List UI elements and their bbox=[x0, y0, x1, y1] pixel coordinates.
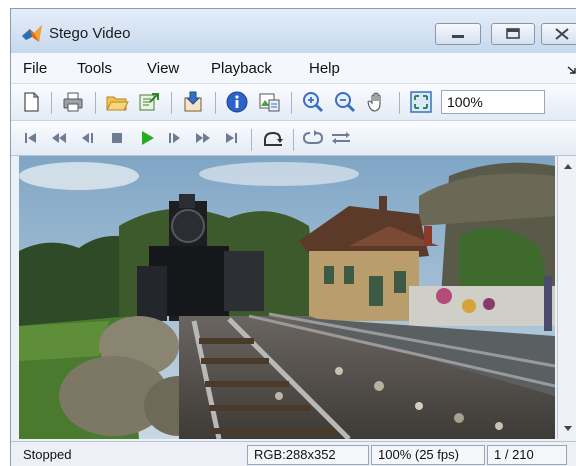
window-title: Stego Video bbox=[49, 25, 131, 42]
jump-to-icon[interactable] bbox=[261, 126, 285, 150]
open-folder-icon[interactable] bbox=[105, 90, 129, 114]
toolbar-separator bbox=[251, 129, 252, 151]
info-icon[interactable] bbox=[225, 90, 249, 114]
play-icon[interactable] bbox=[135, 126, 159, 150]
scroll-down-icon[interactable] bbox=[558, 419, 576, 439]
close-icon bbox=[555, 28, 569, 40]
video-info-cell: RGB:288x352 bbox=[247, 445, 369, 465]
menu-playback[interactable]: Playback bbox=[211, 60, 272, 77]
fit-to-window-icon[interactable] bbox=[409, 90, 433, 114]
go-to-last-icon[interactable] bbox=[219, 126, 243, 150]
stop-icon[interactable] bbox=[105, 126, 129, 150]
go-to-first-icon[interactable] bbox=[19, 126, 43, 150]
toolbar-separator bbox=[51, 92, 52, 114]
scroll-up-icon[interactable] bbox=[558, 156, 576, 176]
menu-bar: File Tools View Playback Help bbox=[11, 53, 576, 84]
image-tool-icon[interactable] bbox=[257, 90, 281, 114]
step-back-icon[interactable] bbox=[75, 126, 99, 150]
dock-arrow-icon[interactable] bbox=[567, 65, 576, 75]
frame-counter-cell: 1 / 210 bbox=[487, 445, 567, 465]
matlab-logo-icon bbox=[22, 25, 42, 42]
zoom-level-box[interactable] bbox=[441, 90, 545, 114]
rewind-icon[interactable] bbox=[47, 126, 71, 150]
fast-forward-icon[interactable] bbox=[191, 126, 215, 150]
toolbar-separator bbox=[95, 92, 96, 114]
playback-status: Stopped bbox=[23, 447, 72, 462]
menu-tools[interactable]: Tools bbox=[77, 60, 112, 77]
menu-help[interactable]: Help bbox=[309, 60, 340, 77]
zoom-out-icon[interactable] bbox=[333, 90, 357, 114]
menu-view[interactable]: View bbox=[147, 60, 179, 77]
maximize-icon bbox=[506, 28, 520, 39]
stego-video-window: Stego Video File Tools View Playback Hel… bbox=[10, 8, 576, 466]
toolbar-separator bbox=[399, 92, 400, 114]
play-direction-icon[interactable] bbox=[329, 126, 353, 150]
video-frame[interactable] bbox=[19, 156, 555, 439]
close-button[interactable] bbox=[541, 23, 576, 45]
new-file-icon[interactable] bbox=[19, 90, 43, 114]
vertical-scrollbar[interactable] bbox=[557, 156, 576, 439]
main-toolbar bbox=[11, 84, 576, 121]
toolbar-separator bbox=[291, 92, 292, 114]
extract-icon[interactable] bbox=[181, 90, 205, 114]
minimize-icon bbox=[452, 35, 464, 38]
toolbar-separator bbox=[215, 92, 216, 114]
menu-file[interactable]: File bbox=[23, 60, 47, 77]
zoom-in-icon[interactable] bbox=[301, 90, 325, 114]
toolbar-separator bbox=[293, 129, 294, 151]
status-bar: Stopped RGB:288x352 100% (25 fps) 1 / 21… bbox=[11, 441, 576, 466]
playback-toolbar bbox=[11, 121, 576, 156]
export-icon[interactable] bbox=[137, 90, 161, 114]
zoom-level-input[interactable] bbox=[442, 91, 542, 113]
toolbar-separator bbox=[171, 92, 172, 114]
maximize-button[interactable] bbox=[491, 23, 535, 45]
loop-icon[interactable] bbox=[301, 126, 325, 150]
title-bar[interactable]: Stego Video bbox=[11, 9, 576, 53]
minimize-button[interactable] bbox=[435, 23, 481, 45]
print-icon[interactable] bbox=[61, 90, 85, 114]
step-forward-icon[interactable] bbox=[163, 126, 187, 150]
video-frame-image bbox=[19, 156, 555, 439]
pan-hand-icon[interactable] bbox=[365, 90, 389, 114]
zoom-fps-cell: 100% (25 fps) bbox=[371, 445, 485, 465]
